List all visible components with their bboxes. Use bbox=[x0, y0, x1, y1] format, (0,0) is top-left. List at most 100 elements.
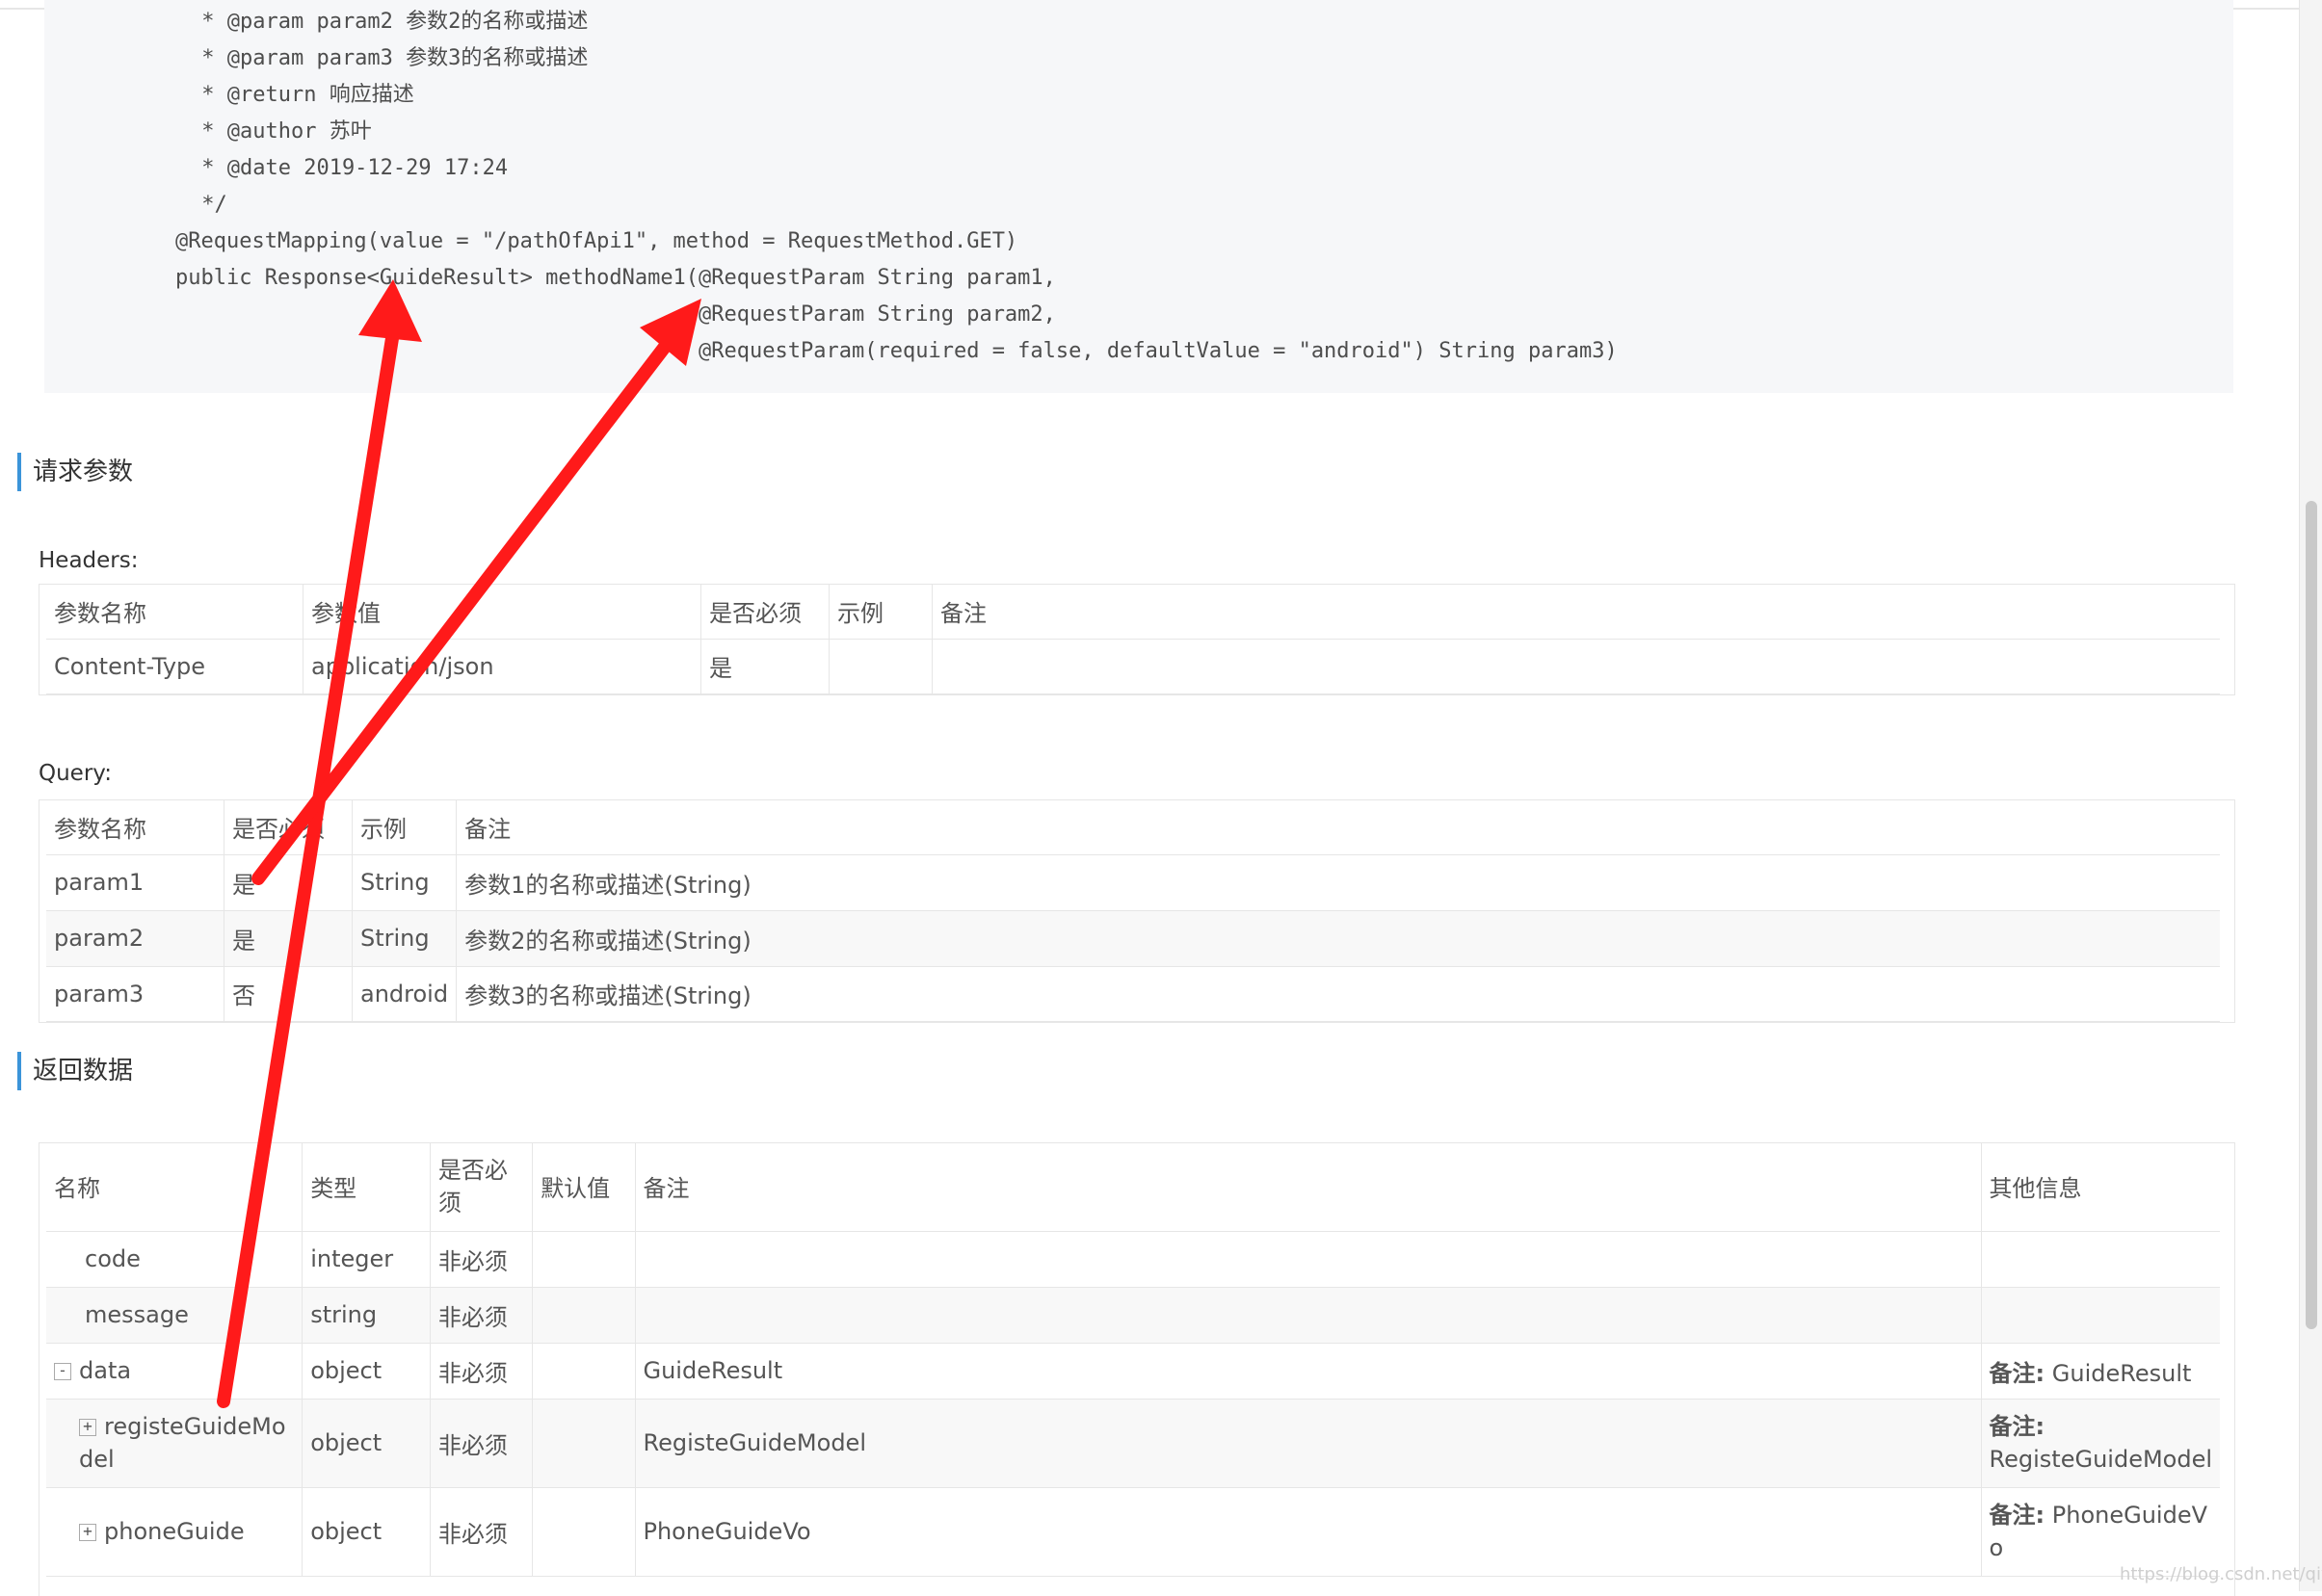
table-cell: 参数3的名称或描述(String) bbox=[456, 966, 2220, 1022]
code-line: * @author 苏叶 bbox=[189, 119, 372, 144]
table-header-row: 参数名称 参数值 是否必须 示例 备注 bbox=[46, 584, 2220, 640]
table-cell: android bbox=[352, 966, 458, 1022]
table-cell bbox=[1981, 1287, 2220, 1344]
table-cell: 非必须 bbox=[430, 1231, 534, 1288]
table-cell: object bbox=[302, 1399, 431, 1488]
table-cell: 否 bbox=[224, 966, 353, 1022]
table-cell: param1 bbox=[46, 854, 224, 911]
field-name: registeGuideModel bbox=[79, 1413, 286, 1473]
table-cell bbox=[532, 1343, 636, 1400]
note-value: RegisteGuideModel bbox=[1989, 1446, 2213, 1473]
column-header: 类型 bbox=[302, 1142, 431, 1232]
table-row: + phoneGuide object 非必须 PhoneGuideVo 备注: … bbox=[46, 1487, 2220, 1577]
code-line: * @date 2019-12-29 17:24 bbox=[189, 156, 509, 180]
table-cell: application/json bbox=[303, 639, 701, 694]
query-table: 参数名称 是否必须 示例 备注 param1 是 String 参数1的名称或描… bbox=[46, 799, 2220, 1022]
table-cell bbox=[532, 1487, 636, 1577]
column-header: 名称 bbox=[46, 1142, 303, 1232]
table-cell bbox=[635, 1231, 1982, 1288]
headers-label: Headers: bbox=[39, 548, 139, 573]
table-row: message string 非必须 bbox=[46, 1287, 2220, 1344]
field-name-cell: + phoneGuide bbox=[46, 1487, 303, 1577]
code-line: * @return 响应描述 bbox=[189, 83, 414, 107]
table-cell: object bbox=[302, 1343, 431, 1400]
table-row: - data object 非必须 GuideResult 备注: GuideRe… bbox=[46, 1343, 2220, 1400]
table-cell: 是 bbox=[224, 854, 353, 911]
note-value: GuideResult bbox=[2045, 1359, 2192, 1387]
table-cell: RegisteGuideModel bbox=[635, 1399, 1982, 1488]
column-header: 参数值 bbox=[303, 584, 701, 640]
table-cell bbox=[829, 639, 933, 694]
field-name: message bbox=[46, 1287, 303, 1344]
table-cell: 参数1的名称或描述(String) bbox=[456, 854, 2220, 911]
collapse-icon[interactable]: - bbox=[54, 1363, 71, 1380]
column-header: 示例 bbox=[352, 799, 458, 855]
table-row: + registeGuideModel object 非必须 RegisteGui… bbox=[46, 1399, 2220, 1488]
field-name: code bbox=[46, 1231, 303, 1288]
table-cell: String bbox=[352, 854, 458, 911]
table-row: Content-Type application/json 是 bbox=[46, 639, 2220, 694]
table-cell: object bbox=[302, 1487, 431, 1577]
scrollbar-thumb[interactable] bbox=[2306, 501, 2317, 1329]
expand-icon[interactable]: + bbox=[79, 1524, 96, 1541]
response-table: 名称 类型 是否必须 默认值 备注 其他信息 code integer 非必须 … bbox=[46, 1142, 2220, 1577]
field-name: phoneGuide bbox=[104, 1518, 245, 1545]
table-cell: integer bbox=[302, 1231, 431, 1288]
column-header: 参数名称 bbox=[46, 584, 303, 640]
code-line: @RequestParam(required = false, defaultV… bbox=[175, 339, 1618, 363]
section-title-request-params: 请求参数 bbox=[17, 453, 133, 491]
field-name: data bbox=[79, 1357, 132, 1384]
column-header: 其他信息 bbox=[1981, 1142, 2220, 1232]
table-cell bbox=[532, 1231, 636, 1288]
code-line: * @param param2 参数2的名称或描述 bbox=[189, 10, 589, 34]
other-info-cell: 备注: PhoneGuideVo bbox=[1981, 1487, 2220, 1577]
column-header: 默认值 bbox=[532, 1142, 636, 1232]
field-name-cell: + registeGuideModel bbox=[46, 1399, 303, 1488]
table-cell: String bbox=[352, 910, 458, 967]
table-cell: 是 bbox=[700, 639, 830, 694]
column-header: 是否必须 bbox=[700, 584, 830, 640]
table-cell: param2 bbox=[46, 910, 224, 967]
column-header: 备注 bbox=[456, 799, 2220, 855]
code-line: @RequestParam String param2, bbox=[175, 302, 1056, 327]
table-cell: param3 bbox=[46, 966, 224, 1022]
table-row: param1 是 String 参数1的名称或描述(String) bbox=[46, 854, 2220, 911]
table-row: param3 否 android 参数3的名称或描述(String) bbox=[46, 966, 2220, 1022]
note-key: 备注: bbox=[1989, 1359, 2045, 1387]
table-cell: 非必须 bbox=[430, 1399, 534, 1488]
column-header: 参数名称 bbox=[46, 799, 224, 855]
expand-icon[interactable]: + bbox=[79, 1419, 96, 1436]
column-header: 是否必须 bbox=[224, 799, 353, 855]
column-header: 示例 bbox=[829, 584, 933, 640]
table-cell: PhoneGuideVo bbox=[635, 1487, 1982, 1577]
watermark: https://blog.csdn.net/qiyuhui bbox=[2120, 1564, 2322, 1584]
section-title-response: 返回数据 bbox=[17, 1052, 133, 1090]
other-info-cell: 备注: RegisteGuideModel bbox=[1981, 1399, 2220, 1488]
table-cell bbox=[932, 639, 2220, 694]
code-block: * @param param2 参数2的名称或描述 * @param param… bbox=[44, 0, 2233, 393]
code-line: @RequestMapping(value = "/pathOfApi1", m… bbox=[175, 229, 1018, 253]
table-cell: 非必须 bbox=[430, 1343, 534, 1400]
table-cell bbox=[1981, 1231, 2220, 1288]
column-header: 是否必须 bbox=[430, 1142, 534, 1232]
table-cell: 非必须 bbox=[430, 1487, 534, 1577]
field-name-cell: - data bbox=[46, 1343, 303, 1400]
column-header: 备注 bbox=[635, 1142, 1982, 1232]
table-cell bbox=[635, 1287, 1982, 1344]
table-cell bbox=[532, 1287, 636, 1344]
note-key: 备注: bbox=[1989, 1413, 2045, 1440]
table-row: code integer 非必须 bbox=[46, 1231, 2220, 1288]
table-cell: GuideResult bbox=[635, 1343, 1982, 1400]
note-key: 备注: bbox=[1989, 1502, 2045, 1529]
table-cell: 参数2的名称或描述(String) bbox=[456, 910, 2220, 967]
code-line: public Response<GuideResult> methodName1… bbox=[175, 266, 1056, 290]
table-header-row: 参数名称 是否必须 示例 备注 bbox=[46, 799, 2220, 855]
code-line: * @param param3 参数3的名称或描述 bbox=[189, 46, 589, 70]
table-row: param2 是 String 参数2的名称或描述(String) bbox=[46, 910, 2220, 967]
other-info-cell: 备注: GuideResult bbox=[1981, 1343, 2220, 1400]
column-header: 备注 bbox=[932, 584, 2220, 640]
headers-table: 参数名称 参数值 是否必须 示例 备注 Content-Type applica… bbox=[46, 584, 2220, 694]
table-cell: 是 bbox=[224, 910, 353, 967]
table-cell: 非必须 bbox=[430, 1287, 534, 1344]
table-cell bbox=[532, 1399, 636, 1488]
